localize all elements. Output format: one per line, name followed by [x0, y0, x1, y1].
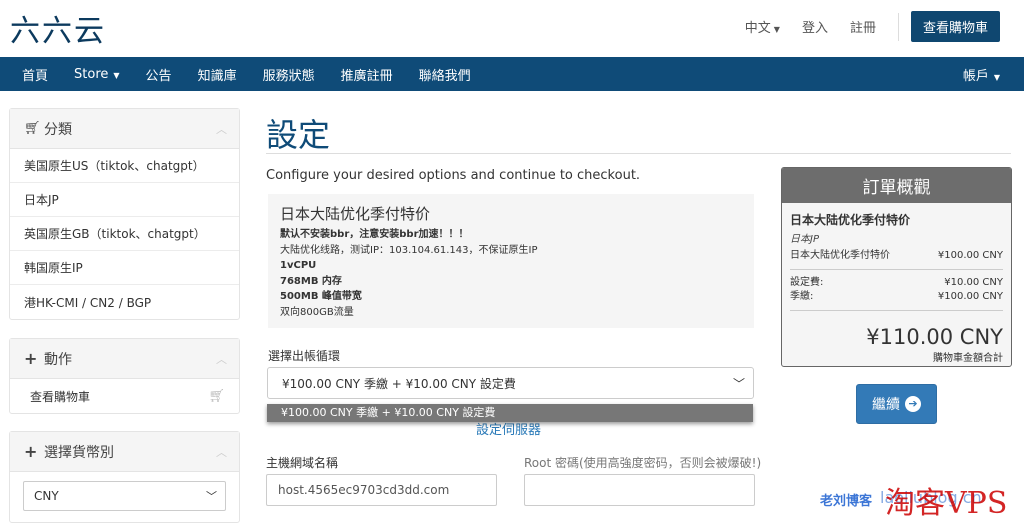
quarterly-label: 季繳:	[790, 291, 814, 302]
order-summary: 訂單概觀 日本大陆优化季付特价 日本JP 日本大陆优化季付特价 ¥100.00 …	[781, 167, 1012, 367]
login-link[interactable]: 登入	[802, 17, 828, 36]
chevron-up-icon[interactable]: ︿	[216, 444, 227, 460]
product-detail-line: 大陆优化线路，测试IP：103.104.61.143，不保证原生IP	[280, 244, 538, 256]
product-detail-line: 500MB 峰值带宽	[280, 291, 362, 302]
root-password-input[interactable]	[524, 474, 755, 506]
summary-setup-fee: 設定費: ¥10.00 CNY	[790, 276, 1003, 290]
billing-cycle-select[interactable]: ¥100.00 CNY 季繳 + ¥10.00 CNY 設定費 ﹀	[267, 367, 754, 399]
view-cart-action-label: 查看購物車	[30, 389, 91, 404]
product-detail-line: 默认不安装bbr，注意安装bbr加速！！！	[280, 229, 469, 240]
watermark-blog: 老刘博客	[820, 494, 873, 509]
actions-title: 動作	[44, 351, 72, 368]
categories-panel: 🛒︎ 分類 ︿ 美国原生US（tiktok、chatgpt） 日本JP 英国原生…	[9, 108, 240, 320]
billing-cycle-option[interactable]: ¥100.00 CNY 季繳 + ¥10.00 CNY 設定費	[267, 404, 753, 422]
chevron-down-icon: ﹀	[732, 376, 745, 391]
categories-panel-header[interactable]: 🛒︎ 分類 ︿	[10, 109, 239, 149]
currency-value: CNY	[34, 489, 59, 503]
view-cart-action[interactable]: 查看購物車 🛒︎	[10, 379, 239, 413]
divider	[790, 310, 1003, 311]
hostname-input[interactable]: host.4565ec9703cd3dd.com	[266, 474, 497, 506]
summary-line-item: 日本大陆优化季付特价 ¥100.00 CNY	[790, 249, 1003, 263]
language-label: 中文	[744, 21, 771, 36]
caret-down-icon: ▼	[773, 25, 780, 34]
language-selector[interactable]: 中文 ▼	[745, 17, 780, 36]
summary-total-label: 購物車金額合計	[933, 353, 1003, 364]
view-cart-button[interactable]: 查看購物車	[910, 11, 1000, 42]
summary-quarterly: 季繳: ¥100.00 CNY	[790, 290, 1003, 304]
nav-home[interactable]: 首頁	[0, 65, 61, 84]
continue-button[interactable]: 繼續 ➔	[856, 384, 937, 424]
order-summary-body: 日本大陆优化季付特价 日本JP 日本大陆优化季付特价 ¥100.00 CNY 設…	[782, 203, 1011, 366]
product-name: 日本大陆优化季付特价	[280, 205, 431, 223]
category-item[interactable]: 韩国原生IP	[10, 251, 239, 285]
summary-product-group: 日本JP	[790, 234, 819, 245]
product-info-box: 日本大陆优化季付特价 默认不安装bbr，注意安装bbr加速！！！ 大陆优化线路，…	[268, 194, 754, 328]
caret-down-icon: ▼	[113, 70, 120, 80]
quarterly-value: ¥100.00 CNY	[937, 291, 1003, 302]
nav-server-status[interactable]: 服務狀態	[250, 65, 328, 84]
categories-title: 分類	[44, 121, 72, 138]
currency-panel: + 選擇貨幣別 ︿ CNY ﹀	[9, 431, 240, 523]
category-item[interactable]: 英国原生GB（tiktok、chatgpt）	[10, 217, 239, 251]
category-item[interactable]: 港HK-CMI / CN2 / BGP	[10, 285, 239, 319]
nav-knowledgebase[interactable]: 知識庫	[185, 65, 250, 84]
nav-announcements[interactable]: 公告	[133, 65, 185, 84]
product-detail-line: 768MB 内存	[280, 275, 342, 287]
product-detail-line: 双向800GB流量	[280, 306, 354, 318]
actions-panel-header[interactable]: + 動作 ︿	[10, 339, 239, 379]
chevron-down-icon: ﹀	[206, 490, 217, 503]
actions-panel: + 動作 ︿ 查看購物車 🛒︎	[9, 338, 240, 414]
chevron-up-icon[interactable]: ︿	[216, 121, 227, 137]
divider	[790, 269, 1003, 270]
category-item[interactable]: 美国原生US（tiktok、chatgpt）	[10, 149, 239, 183]
top-links: 中文 ▼ 登入 註冊 查看購物車	[723, 11, 1000, 42]
register-link[interactable]: 註冊	[850, 17, 876, 36]
summary-product-name: 日本大陆优化季付特价	[790, 213, 911, 227]
currency-panel-header[interactable]: + 選擇貨幣別 ︿	[10, 432, 239, 472]
intro-text: Configure your desired options and conti…	[266, 168, 641, 183]
page-title: 設定	[266, 116, 331, 154]
nav-affiliates[interactable]: 推廣註冊	[328, 65, 406, 84]
currency-select[interactable]: CNY ﹀	[23, 481, 226, 511]
site-logo[interactable]: 六六云	[10, 6, 106, 50]
continue-label: 繼續	[872, 397, 900, 413]
divider	[266, 153, 1011, 154]
billing-cycle-value: ¥100.00 CNY 季繳 + ¥10.00 CNY 設定費	[282, 376, 516, 391]
watermark-brand: 淘客VPS	[885, 486, 1008, 521]
nav-account[interactable]: 帳戶 ▼	[963, 65, 1000, 84]
nav-contact[interactable]: 聯絡我們	[406, 65, 484, 84]
main-nav: 首頁 Store ▼ 公告 知識庫 服務狀態 推廣註冊 聯絡我們 帳戶 ▼	[0, 57, 1024, 91]
setup-fee-value: ¥10.00 CNY	[944, 277, 1003, 288]
summary-total: ¥110.00 CNY	[866, 325, 1003, 349]
shopping-cart-icon: 🛒︎	[208, 388, 225, 404]
chevron-up-icon[interactable]: ︿	[216, 351, 227, 367]
divider	[897, 12, 899, 41]
hostname-label: 主機網域名稱	[266, 456, 339, 470]
summary-line-label: 日本大陆优化季付特价	[790, 250, 890, 261]
caret-down-icon: ▼	[993, 72, 1000, 82]
order-summary-title: 訂單概觀	[782, 168, 1011, 203]
currency-title: 選擇貨幣別	[44, 444, 114, 461]
billing-cycle-label: 選擇出帳循環	[268, 349, 341, 363]
root-password-label: Root 密碼(使用高強度密码，否则会被爆破!)	[524, 456, 762, 470]
summary-line-value: ¥100.00 CNY	[937, 250, 1003, 261]
nav-store[interactable]: Store ▼	[61, 67, 133, 82]
arrow-right-circle-icon: ➔	[905, 396, 921, 412]
category-item[interactable]: 日本JP	[10, 183, 239, 217]
plus-icon: +	[24, 349, 38, 368]
top-header: 六六云 中文 ▼ 登入 註冊 查看購物車	[0, 0, 1024, 57]
nav-store-label: Store	[74, 66, 109, 82]
shopping-cart-icon: 🛒︎	[24, 121, 41, 136]
setup-fee-label: 設定費:	[790, 277, 824, 288]
nav-account-label: 帳戶	[962, 68, 989, 84]
plus-icon: +	[24, 442, 38, 461]
product-detail-line: 1vCPU	[280, 260, 317, 271]
